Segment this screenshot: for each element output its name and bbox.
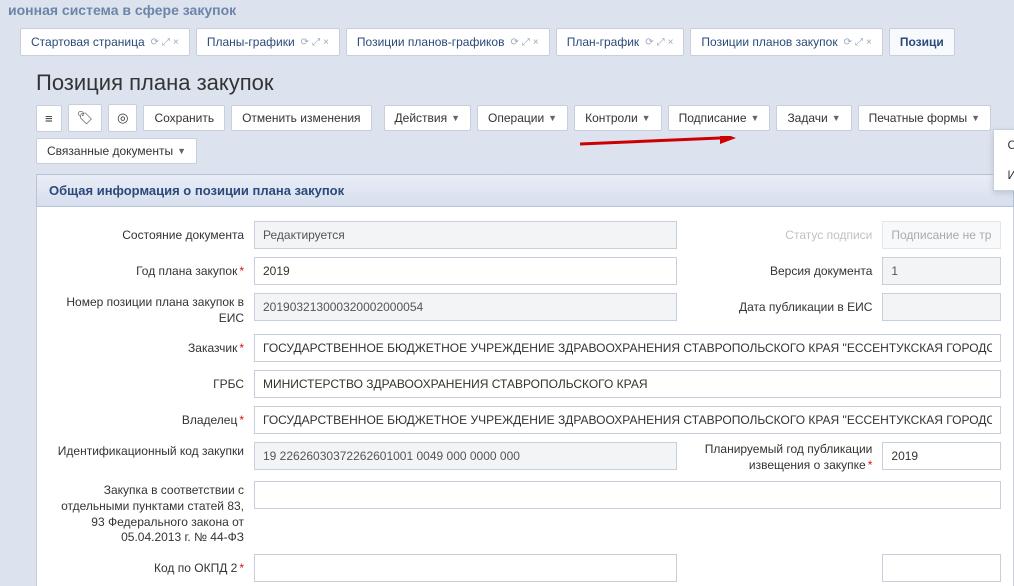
label-customer: Заказчик* bbox=[49, 334, 244, 357]
tab-label: Позици bbox=[900, 35, 944, 49]
cancel-button[interactable]: Отменить изменения bbox=[231, 105, 371, 131]
tab-label: Позиции планов закупок bbox=[701, 35, 837, 49]
label-law: Закупка в соответствии с отдельными пунк… bbox=[49, 481, 244, 545]
tasks-button[interactable]: Задачи▼ bbox=[776, 105, 851, 131]
form-area: Состояние документа Редактируется Статус… bbox=[36, 207, 1014, 586]
tab-label: Позиции планов-графиков bbox=[357, 35, 505, 49]
label-plan-year: Год плана закупок* bbox=[49, 257, 244, 280]
close-icon[interactable]: × bbox=[323, 37, 329, 48]
tab-controls: ⟳ ⤢ × bbox=[645, 37, 673, 48]
chevron-down-icon: ▼ bbox=[832, 113, 841, 123]
field-grbs[interactable] bbox=[254, 370, 1001, 398]
label-doc-version: Версия документа bbox=[687, 257, 872, 280]
field-pub-date bbox=[882, 293, 1001, 321]
field-doc-version: 1 bbox=[882, 257, 1001, 285]
refresh-icon[interactable]: ⟳ bbox=[151, 37, 159, 48]
refresh-icon[interactable]: ⟳ bbox=[301, 37, 309, 48]
refresh-icon[interactable]: ⟳ bbox=[510, 37, 518, 48]
field-extra[interactable] bbox=[882, 554, 1001, 582]
refresh-icon[interactable]: ⟳ bbox=[645, 37, 653, 48]
refresh-icon[interactable]: ⟳ bbox=[844, 37, 852, 48]
field-planned-year[interactable] bbox=[882, 442, 1001, 470]
tab-plan-graphic[interactable]: План-график ⟳ ⤢ × bbox=[556, 28, 685, 56]
close-icon[interactable]: × bbox=[533, 37, 539, 48]
signing-button[interactable]: Подписание▼ bbox=[668, 105, 771, 131]
close-icon[interactable]: × bbox=[668, 37, 674, 48]
tab-controls: ⟳ ⤢ × bbox=[510, 37, 538, 48]
tag-icon[interactable]: 🏷 bbox=[68, 104, 103, 132]
label-status-sign: Статус подписи bbox=[687, 221, 872, 244]
tab-label: Стартовая страница bbox=[31, 35, 145, 49]
chevron-down-icon: ▼ bbox=[642, 113, 651, 123]
app-title: ионная система в сфере закупок bbox=[0, 0, 1014, 20]
label-planned-year: Планируемый год публикации извещения о з… bbox=[687, 442, 872, 473]
field-pos-number: 201903213000320002000054 bbox=[254, 293, 677, 321]
label-pub-date: Дата публикации в ЕИС bbox=[687, 293, 872, 316]
toolbar: ≡ 🏷 ◎ Сохранить Отменить изменения Дейст… bbox=[0, 104, 1014, 174]
field-law[interactable] bbox=[254, 481, 1001, 509]
tab-active-position[interactable]: Позици bbox=[889, 28, 955, 56]
expand-icon[interactable]: ⤢ bbox=[855, 37, 863, 48]
field-okpd[interactable] bbox=[254, 554, 677, 582]
tabs-bar: Стартовая страница ⟳ ⤢ × Планы-графики ⟳… bbox=[0, 20, 1014, 60]
dropdown-item-linked-info[interactable]: Информация о связанных документах bbox=[994, 160, 1014, 190]
tab-plan-graphics[interactable]: Планы-графики ⟳ ⤢ × bbox=[196, 28, 340, 56]
label-pos-number: Номер позиции плана закупок в ЕИС bbox=[49, 293, 244, 326]
close-icon[interactable]: × bbox=[173, 37, 179, 48]
print-forms-dropdown: Сметные (плановые) назначения Информация… bbox=[993, 129, 1014, 191]
field-owner[interactable] bbox=[254, 406, 1001, 434]
dropdown-item-estimates[interactable]: Сметные (плановые) назначения bbox=[994, 130, 1014, 160]
chevron-down-icon: ▼ bbox=[548, 113, 557, 123]
chevron-down-icon: ▼ bbox=[971, 113, 980, 123]
operations-button[interactable]: Операции▼ bbox=[477, 105, 568, 131]
expand-icon[interactable]: ⤢ bbox=[657, 37, 665, 48]
tab-start-page[interactable]: Стартовая страница ⟳ ⤢ × bbox=[20, 28, 190, 56]
target-icon[interactable]: ◎ bbox=[108, 104, 137, 132]
field-doc-state: Редактируется bbox=[254, 221, 677, 249]
label-okpd: Код по ОКПД 2* bbox=[49, 554, 244, 577]
chevron-down-icon: ▼ bbox=[177, 146, 186, 156]
menu-icon[interactable]: ≡ bbox=[36, 105, 62, 132]
controls-button[interactable]: Контроли▼ bbox=[574, 105, 662, 131]
save-button[interactable]: Сохранить bbox=[143, 105, 225, 131]
tab-controls: ⟳ ⤢ × bbox=[844, 37, 872, 48]
linked-docs-button[interactable]: Связанные документы▼ bbox=[36, 138, 197, 164]
page-title: Позиция плана закупок bbox=[0, 60, 1014, 104]
field-status-sign: Подписание не тр bbox=[882, 221, 1001, 249]
expand-icon[interactable]: ⤢ bbox=[312, 37, 320, 48]
chevron-down-icon: ▼ bbox=[451, 113, 460, 123]
field-customer[interactable] bbox=[254, 334, 1001, 362]
tab-controls: ⟳ ⤢ × bbox=[151, 37, 179, 48]
print-forms-button[interactable]: Печатные формы▼ bbox=[858, 105, 991, 131]
label-owner: Владелец* bbox=[49, 406, 244, 429]
tab-label: Планы-графики bbox=[207, 35, 295, 49]
tab-label: План-график bbox=[567, 35, 639, 49]
close-icon[interactable]: × bbox=[866, 37, 872, 48]
label-grbs: ГРБС bbox=[49, 370, 244, 393]
expand-icon[interactable]: ⤢ bbox=[162, 37, 170, 48]
chevron-down-icon: ▼ bbox=[751, 113, 760, 123]
actions-button[interactable]: Действия▼ bbox=[384, 105, 472, 131]
label-doc-state: Состояние документа bbox=[49, 221, 244, 244]
label-id-code: Идентификационный код закупки bbox=[49, 442, 244, 460]
field-id-code: 19 2262603037226260100​1 0049 000 0000 0… bbox=[254, 442, 677, 470]
section-header: Общая информация о позиции плана закупок bbox=[36, 174, 1014, 207]
tab-controls: ⟳ ⤢ × bbox=[301, 37, 329, 48]
field-plan-year[interactable] bbox=[254, 257, 677, 285]
expand-icon[interactable]: ⤢ bbox=[522, 37, 530, 48]
tab-positions-plan-zakupok[interactable]: Позиции планов закупок ⟳ ⤢ × bbox=[690, 28, 882, 56]
tab-positions-plan-graphics[interactable]: Позиции планов-графиков ⟳ ⤢ × bbox=[346, 28, 550, 56]
